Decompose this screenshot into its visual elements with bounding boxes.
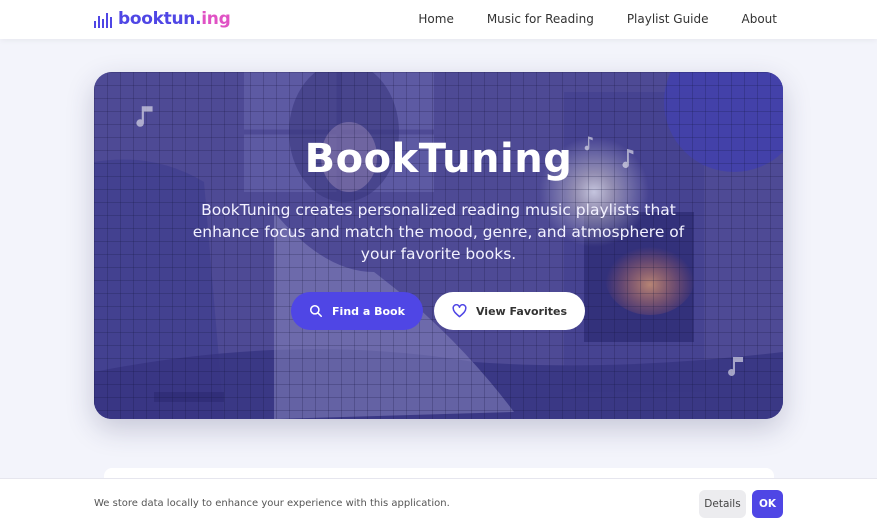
music-note-icon xyxy=(728,357,743,376)
brand-name: booktun.ing xyxy=(118,9,231,29)
top-navbar: booktun.ing Home Music for Reading Playl… xyxy=(0,0,877,39)
nav-item-about[interactable]: About xyxy=(742,12,777,26)
hero-banner: BookTuning BookTuning creates personaliz… xyxy=(94,72,783,419)
cookie-banner: We store data locally to enhance your ex… xyxy=(0,478,877,528)
music-note-icon xyxy=(136,106,153,127)
cookie-message: We store data locally to enhance your ex… xyxy=(94,498,450,509)
find-a-book-button[interactable]: Find a Book xyxy=(291,292,423,330)
search-icon xyxy=(310,304,323,318)
hero-title: BookTuning xyxy=(304,136,573,182)
view-favorites-button[interactable]: View Favorites xyxy=(434,292,585,330)
brand-logo[interactable]: booktun.ing xyxy=(94,9,231,29)
cookie-ok-button[interactable]: OK xyxy=(752,490,783,518)
view-favorites-label: View Favorites xyxy=(475,304,568,318)
cookie-details-button[interactable]: Details xyxy=(699,490,746,518)
equalizer-bars-icon xyxy=(94,10,112,28)
nav-item-home[interactable]: Home xyxy=(418,12,453,26)
hero-description: BookTuning creates personalized reading … xyxy=(192,201,685,263)
nav-item-music-for-reading[interactable]: Music for Reading xyxy=(487,12,594,26)
nav-item-playlist-guide[interactable]: Playlist Guide xyxy=(627,12,709,26)
heart-icon xyxy=(452,304,467,318)
find-a-book-label: Find a Book xyxy=(332,304,405,318)
main-nav: Home Music for Reading Playlist Guide Ab… xyxy=(418,12,777,26)
